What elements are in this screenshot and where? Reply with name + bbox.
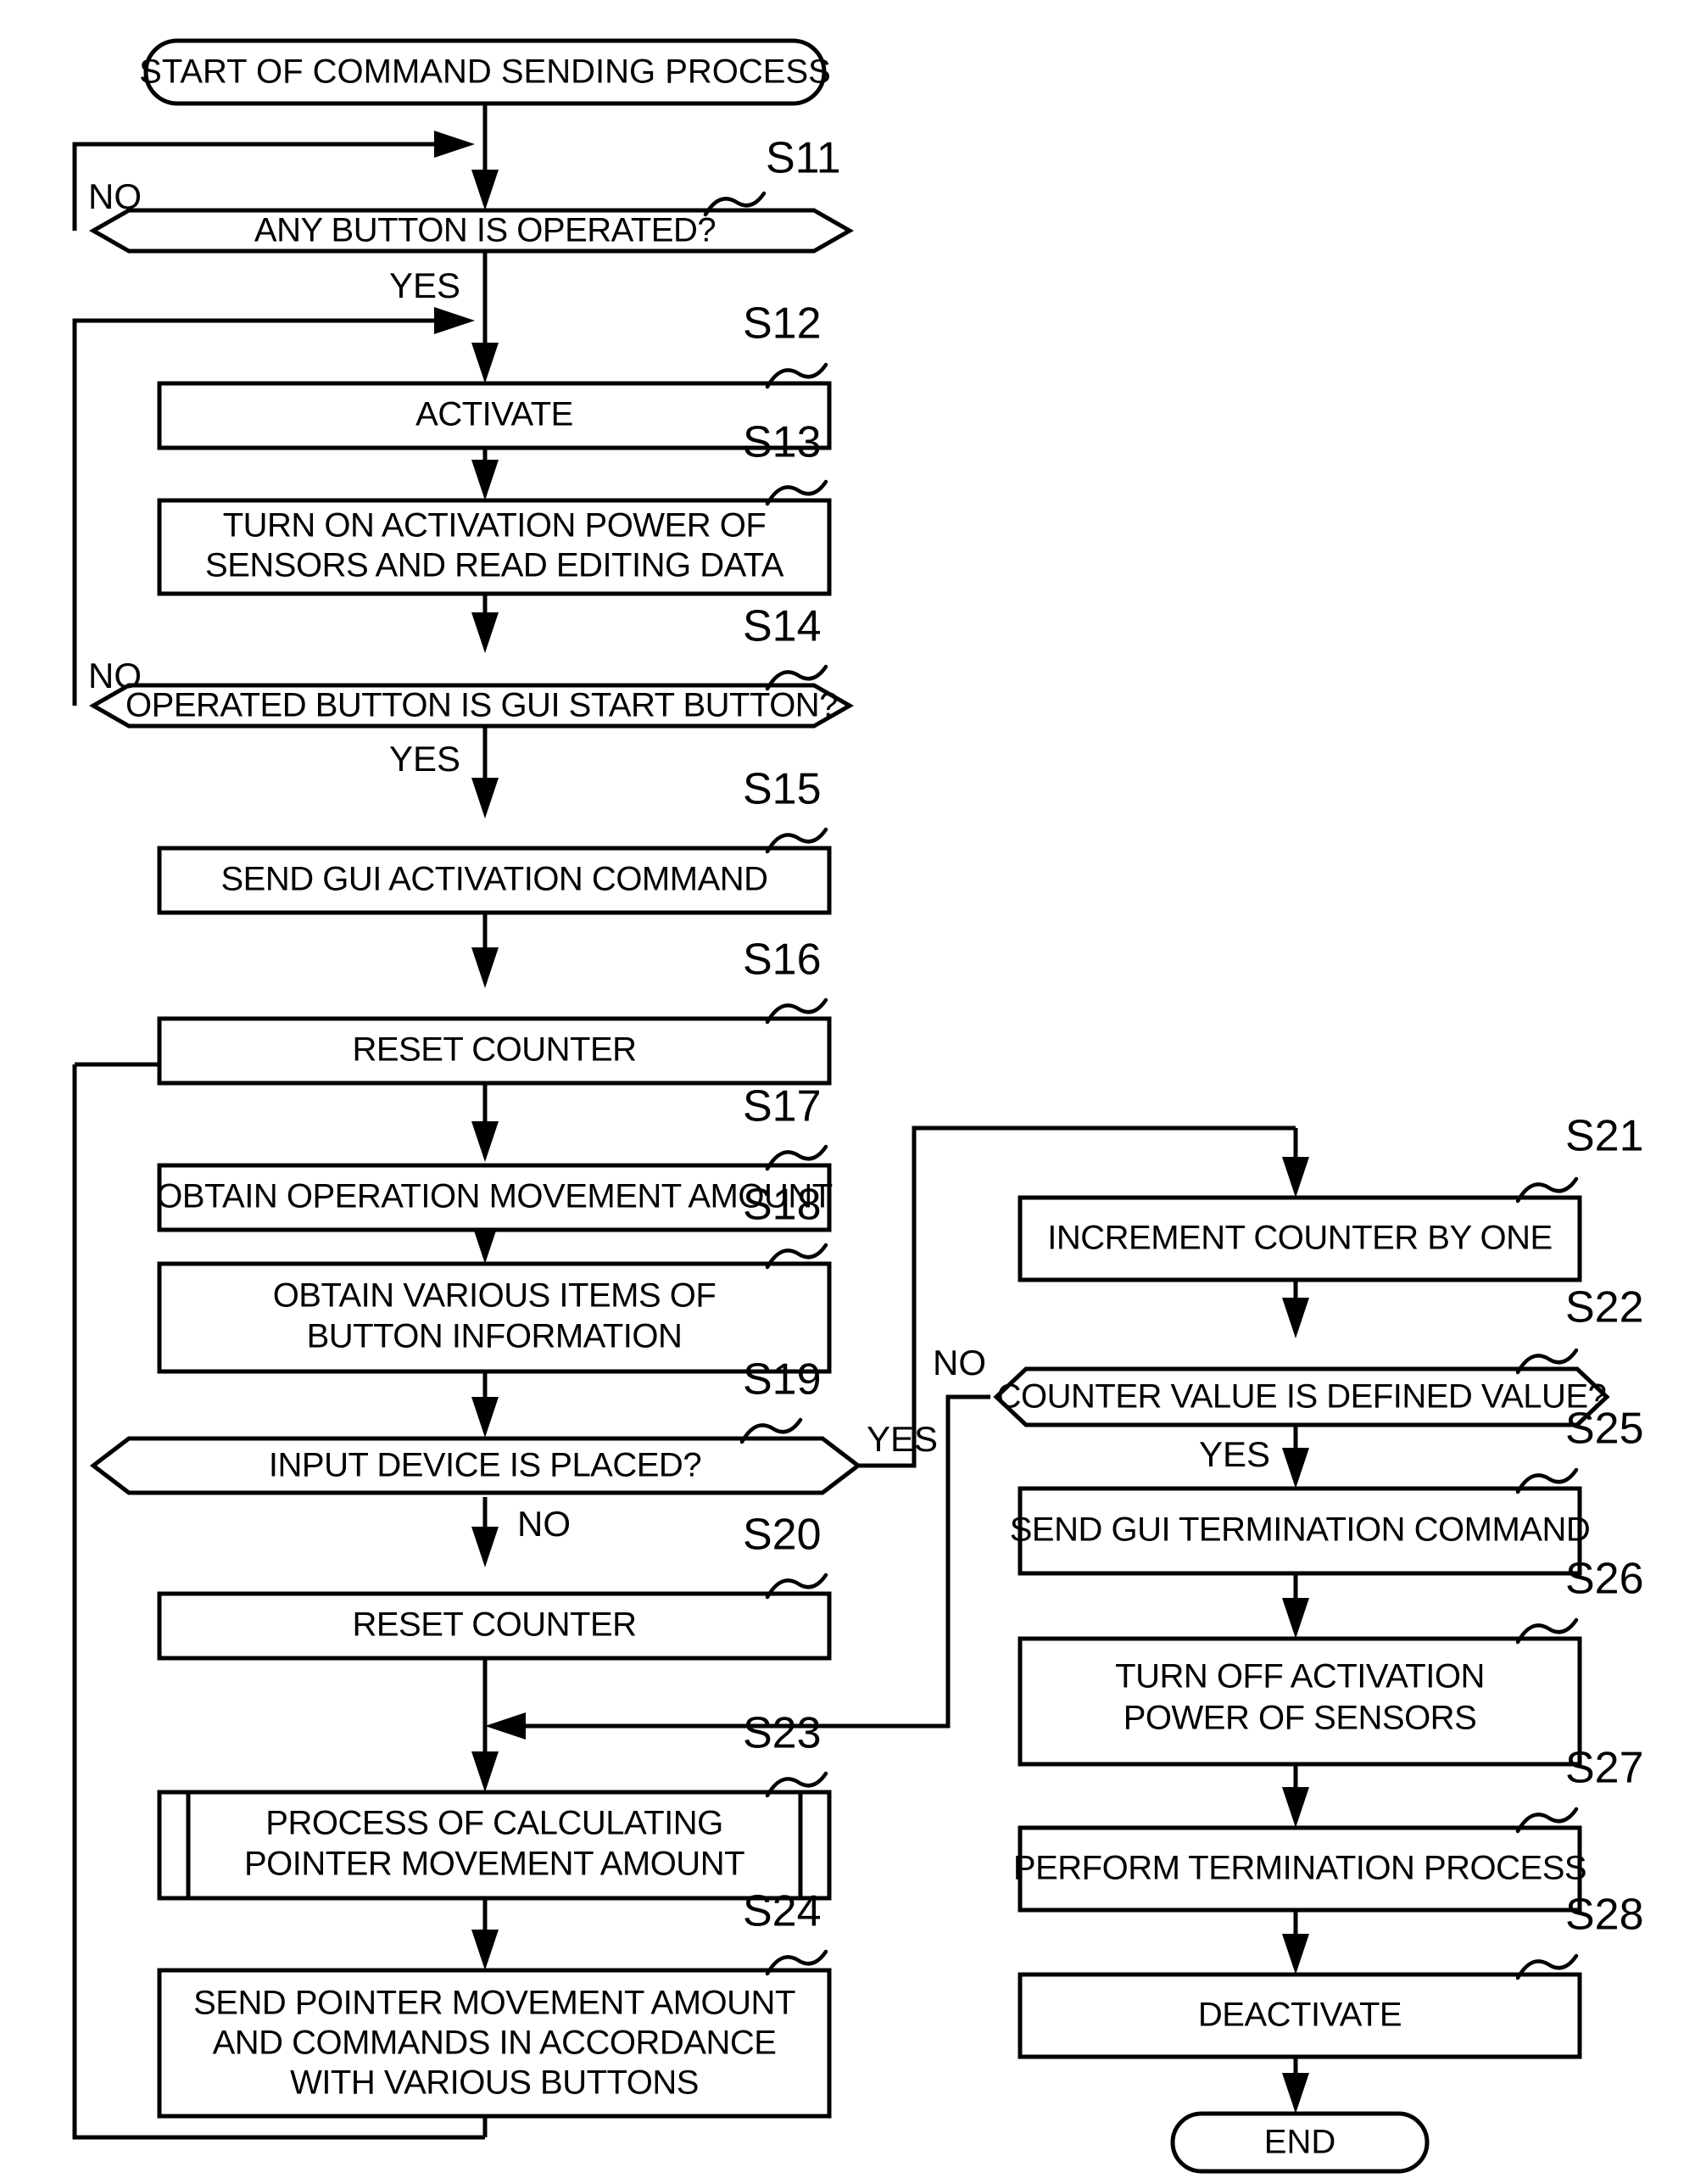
s22-label: COUNTER VALUE IS DEFINED VALUE? — [997, 1378, 1607, 1416]
branch-label-s19-yes: YES — [867, 1419, 938, 1459]
arrowhead-merge-to-s23 — [471, 1751, 499, 1792]
arrowhead-s12-to-s13 — [471, 460, 499, 500]
arrowhead-s18-to-s19 — [471, 1397, 499, 1438]
s20-step-number: S20 — [743, 1511, 822, 1560]
s14-step-number: S14 — [743, 602, 822, 651]
arrowhead-s14-to-s15 — [471, 778, 499, 818]
branch-label-s22-yes: YES — [1199, 1434, 1270, 1474]
arrowhead-s14-no-loop — [434, 307, 475, 334]
s26-step-number: S26 — [1565, 1555, 1644, 1604]
arrowhead-s27-to-s28 — [1282, 1934, 1309, 1975]
s11-label: ANY BUTTON IS OPERATED? — [254, 212, 716, 249]
s17-step-number: S17 — [743, 1082, 822, 1131]
arrowhead-s26-to-s27 — [1282, 1787, 1309, 1828]
branch-label-s19-no: NO — [517, 1504, 571, 1544]
node-s26[interactable]: TURN OFF ACTIVATION POWER OF SENSORS — [1018, 1636, 1582, 1767]
flowchart-svg: START OF COMMAND SENDING PROCESS ANY BUT… — [72, 38, 1644, 2174]
node-s11[interactable]: ANY BUTTON IS OPERATED? — [88, 208, 855, 254]
node-s23[interactable]: PROCESS OF CALCULATING POINTER MOVEMENT … — [157, 1790, 832, 1901]
s13-label-line1: TURN ON ACTIVATION POWER OF — [223, 507, 767, 545]
node-s15[interactable]: SEND GUI ACTIVATION COMMAND — [157, 846, 832, 915]
node-s19[interactable]: INPUT DEVICE IS PLACED? — [89, 1436, 862, 1495]
s18-step-number: S18 — [743, 1181, 822, 1230]
arrowhead-s22-yes-to-s25 — [1282, 1448, 1309, 1489]
flowchart-canvas: START OF COMMAND SENDING PROCESS ANY BUT… — [0, 0, 1695, 2184]
end-terminator-label: END — [1264, 2124, 1335, 2161]
s25-label: SEND GUI TERMINATION COMMAND — [1010, 1511, 1591, 1549]
branch-label-s14-yes: YES — [389, 739, 460, 779]
arrowhead-s11-no-loop — [434, 131, 475, 158]
arrowhead-s21-to-s22 — [1282, 1298, 1309, 1338]
s23-label-line1: PROCESS OF CALCULATING — [265, 1805, 722, 1842]
s16-label: RESET COUNTER — [352, 1031, 636, 1069]
node-s13[interactable]: TURN ON ACTIVATION POWER OF SENSORS AND … — [157, 498, 832, 596]
arrowhead-s11-to-s12 — [471, 343, 499, 383]
s24-step-number: S24 — [743, 1887, 822, 1936]
s16-step-number: S16 — [743, 936, 822, 985]
s23-step-number: S23 — [743, 1709, 822, 1758]
node-s22[interactable]: COUNTER VALUE IS DEFINED VALUE? — [993, 1366, 1610, 1427]
node-end[interactable]: END — [1170, 2111, 1430, 2174]
s13-label-line2: SENSORS AND READ EDITING DATA — [205, 547, 784, 584]
arrowhead-s28-to-end — [1282, 2073, 1309, 2114]
branch-label-s22-no: NO — [933, 1343, 986, 1382]
node-s21[interactable]: INCREMENT COUNTER BY ONE — [1018, 1195, 1582, 1282]
arrowhead-s19-no-to-s20 — [471, 1527, 499, 1567]
s24-label-line1: SEND POINTER MOVEMENT AMOUNT — [193, 1985, 795, 2022]
s18-label-line2: BUTTON INFORMATION — [307, 1318, 683, 1355]
s12-step-number: S12 — [743, 299, 822, 349]
start-terminator-label: START OF COMMAND SENDING PROCESS — [139, 53, 831, 91]
s26-label-line1: TURN OFF ACTIVATION — [1115, 1658, 1485, 1695]
s27-label: PERFORM TERMINATION PROCESS — [1013, 1850, 1586, 1887]
s22-step-number: S22 — [1565, 1283, 1644, 1332]
s19-label: INPUT DEVICE IS PLACED? — [269, 1447, 701, 1484]
s28-label: DEACTIVATE — [1198, 1997, 1402, 2034]
s17-label: OBTAIN OPERATION MOVEMENT AMOUNT — [156, 1178, 832, 1215]
node-s17[interactable]: OBTAIN OPERATION MOVEMENT AMOUNT — [156, 1163, 833, 1232]
arrowhead-s23-to-s24 — [471, 1930, 499, 1970]
node-s14[interactable]: OPERATED BUTTON IS GUI START BUTTON? — [88, 683, 855, 729]
edge-s23-to-s24-group — [471, 1898, 499, 1970]
s28-step-number: S28 — [1565, 1891, 1644, 1940]
s24-label-line3: WITH VARIOUS BUTTONS — [290, 2064, 699, 2102]
branch-label-s11-yes: YES — [389, 265, 460, 305]
s14-label: OPERATED BUTTON IS GUI START BUTTON? — [125, 687, 838, 724]
arrowhead-s25-to-s26 — [1282, 1598, 1309, 1639]
s15-label: SEND GUI ACTIVATION COMMAND — [220, 861, 767, 898]
s13-step-number: S13 — [743, 418, 822, 467]
s23-label-line2: POINTER MOVEMENT AMOUNT — [244, 1846, 744, 1883]
s25-step-number: S25 — [1565, 1405, 1644, 1454]
node-s18[interactable]: OBTAIN VARIOUS ITEMS OF BUTTON INFORMATI… — [157, 1261, 832, 1374]
s15-step-number: S15 — [743, 765, 822, 814]
node-s20[interactable]: RESET COUNTER — [157, 1591, 832, 1661]
arrowhead-s19-yes-to-s21 — [1282, 1157, 1309, 1198]
s24-label-line2: AND COMMANDS IN ACCORDANCE — [213, 2025, 777, 2062]
s26-label-line2: POWER OF SENSORS — [1123, 1700, 1477, 1737]
s21-step-number: S21 — [1565, 1112, 1644, 1161]
node-s27[interactable]: PERFORM TERMINATION PROCESS — [1013, 1825, 1587, 1913]
s27-step-number: S27 — [1565, 1744, 1644, 1793]
node-s12[interactable]: ACTIVATE — [157, 381, 832, 450]
s18-label-line1: OBTAIN VARIOUS ITEMS OF — [273, 1277, 716, 1315]
arrowhead-s13-to-s14 — [471, 612, 499, 653]
s12-label: ACTIVATE — [415, 396, 573, 433]
arrowhead-start-to-s11 — [471, 170, 499, 210]
branch-label-s11-no: NO — [88, 176, 142, 216]
s21-label: INCREMENT COUNTER BY ONE — [1047, 1220, 1552, 1257]
s19-step-number: S19 — [743, 1355, 822, 1405]
node-s28[interactable]: DEACTIVATE — [1018, 1972, 1582, 2059]
s11-step-number: S11 — [766, 134, 841, 183]
node-start[interactable]: START OF COMMAND SENDING PROCESS — [139, 38, 831, 106]
branch-label-s14-no: NO — [88, 656, 142, 695]
arrowhead-s15-to-s16 — [471, 947, 499, 988]
node-s24[interactable]: SEND POINTER MOVEMENT AMOUNT AND COMMAND… — [157, 1968, 832, 2119]
s20-label: RESET COUNTER — [352, 1606, 636, 1644]
arrowhead-s16-to-s17 — [471, 1121, 499, 1162]
node-s16[interactable]: RESET COUNTER — [157, 1016, 832, 1086]
node-s25[interactable]: SEND GUI TERMINATION COMMAND — [1010, 1486, 1591, 1576]
arrowhead-s22-no-to-merge — [485, 1712, 526, 1740]
